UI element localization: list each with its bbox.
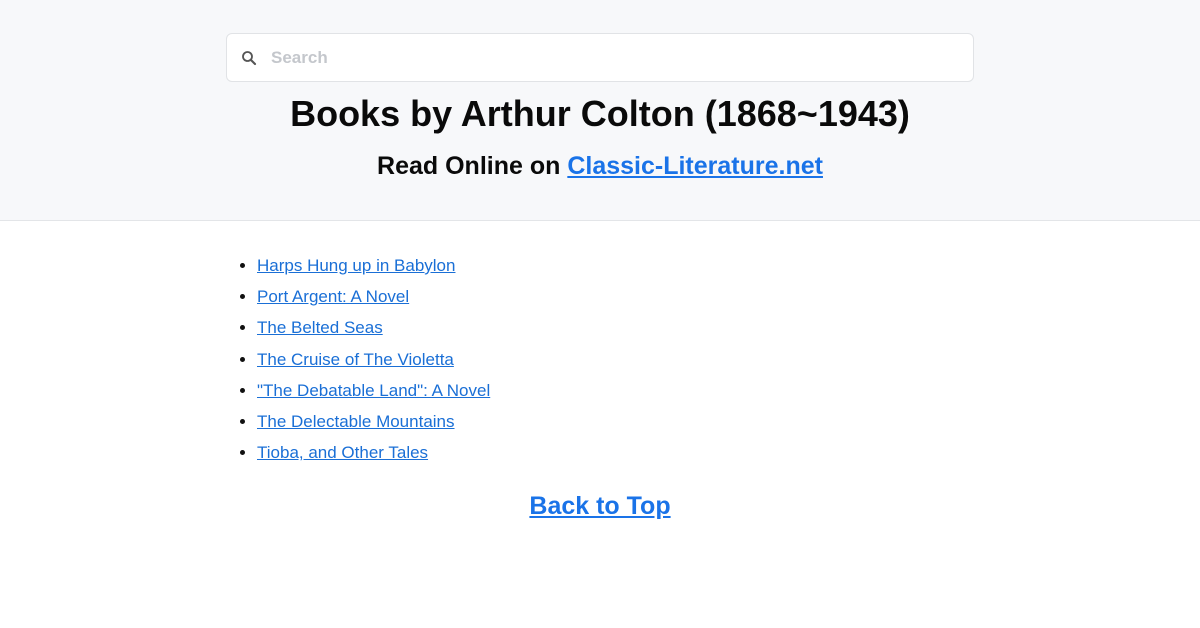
list-item: The Cruise of The Violetta xyxy=(257,344,490,375)
site-link[interactable]: Classic-Literature.net xyxy=(567,152,823,180)
book-link[interactable]: Tioba, and Other Tales xyxy=(257,443,428,462)
page-header: Books by Arthur Colton (1868~1943) Read … xyxy=(0,0,1200,221)
list-item: "The Debatable Land": A Novel xyxy=(257,375,490,406)
book-link[interactable]: Harps Hung up in Babylon xyxy=(257,256,455,275)
list-item: The Belted Seas xyxy=(257,312,490,343)
book-link[interactable]: The Cruise of The Violetta xyxy=(257,350,454,369)
search-icon xyxy=(239,48,259,68)
back-to-top-link[interactable]: Back to Top xyxy=(529,492,670,520)
subtitle-prefix: Read Online on xyxy=(377,152,568,180)
page-title: Books by Arthur Colton (1868~1943) xyxy=(290,93,910,134)
book-link[interactable]: The Belted Seas xyxy=(257,318,383,337)
list-item: The Delectable Mountains xyxy=(257,406,490,437)
subtitle: Read Online on Classic-Literature.net xyxy=(0,150,1200,182)
list-item: Port Argent: A Novel xyxy=(257,281,490,312)
search-input[interactable] xyxy=(271,37,951,78)
book-link[interactable]: Port Argent: A Novel xyxy=(257,287,409,306)
search-box[interactable] xyxy=(226,33,974,82)
book-list: Harps Hung up in Babylon Port Argent: A … xyxy=(257,250,490,468)
list-item: Harps Hung up in Babylon xyxy=(257,250,490,281)
book-link[interactable]: The Delectable Mountains xyxy=(257,412,455,431)
back-to-top-container: Back to Top xyxy=(0,490,1200,522)
book-link[interactable]: "The Debatable Land": A Novel xyxy=(257,381,490,400)
list-item: Tioba, and Other Tales xyxy=(257,437,490,468)
